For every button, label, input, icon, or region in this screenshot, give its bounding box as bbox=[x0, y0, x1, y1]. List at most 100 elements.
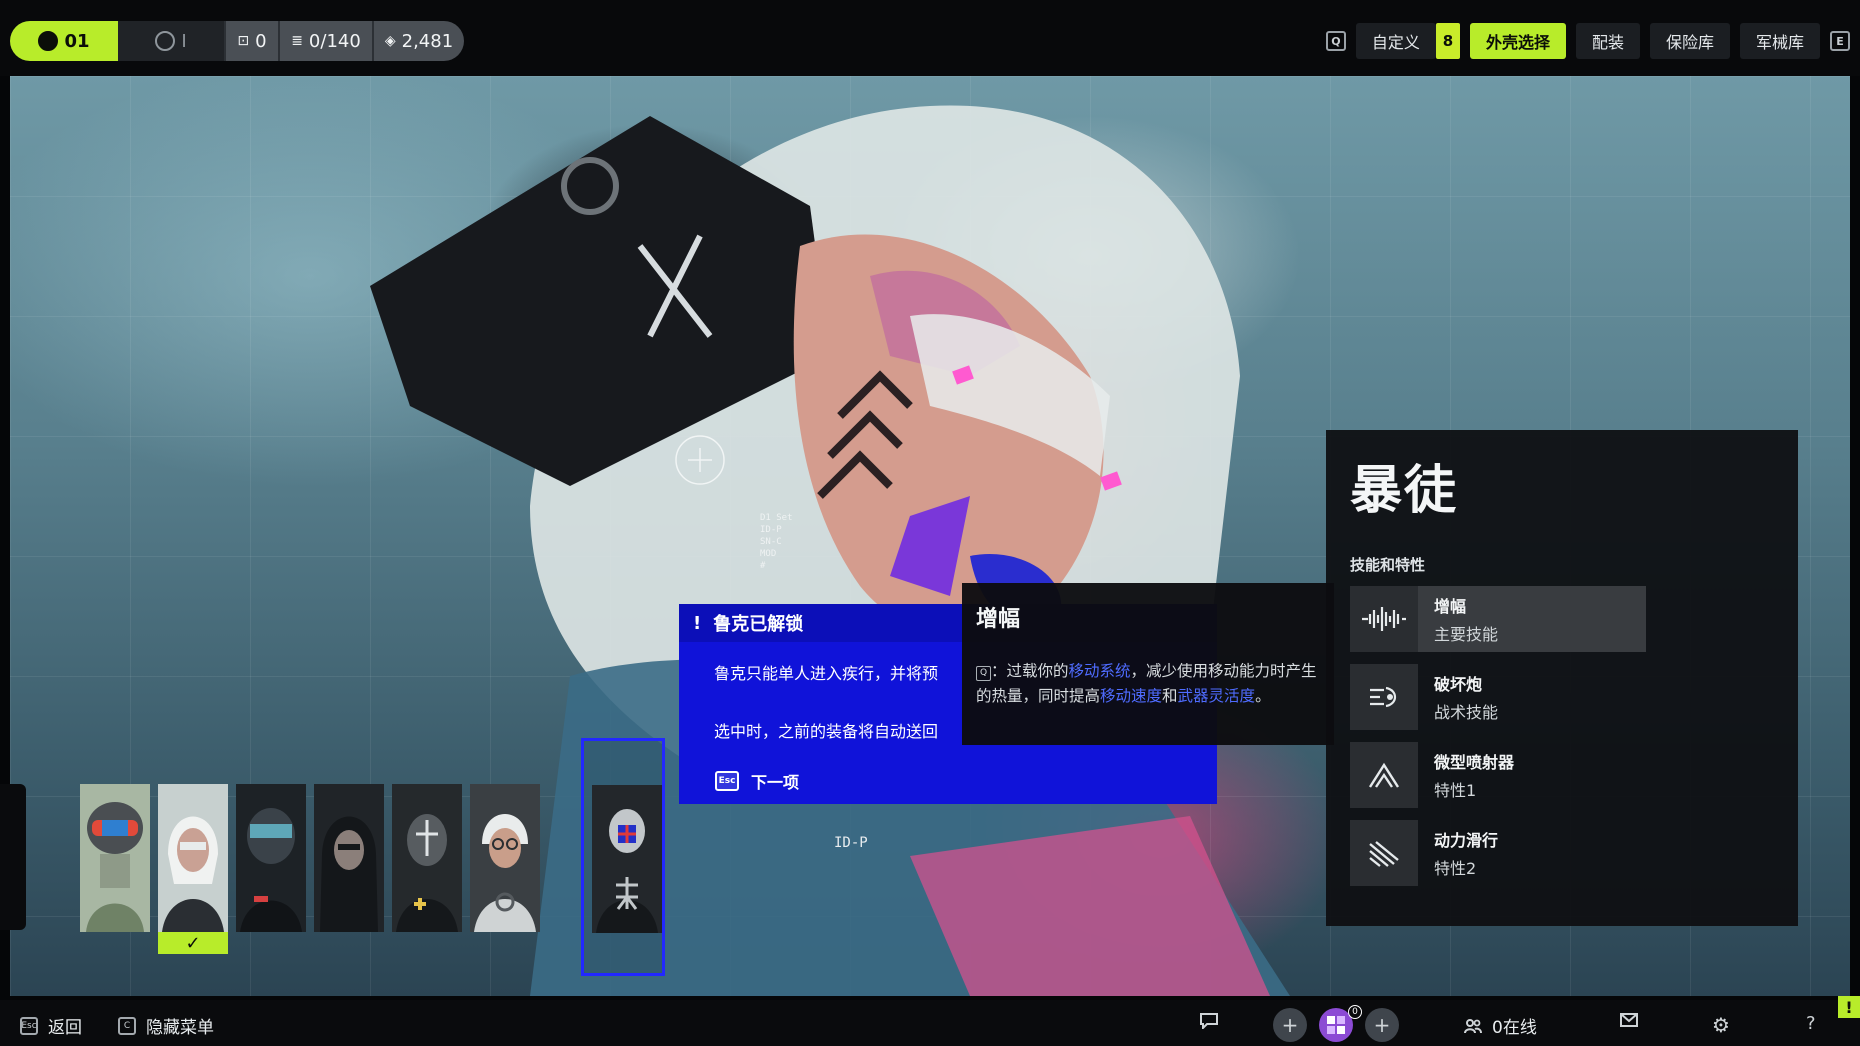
cross-mask-portrait-icon bbox=[392, 784, 462, 932]
tab-loadout[interactable]: 配装 bbox=[1575, 23, 1640, 59]
roster-left-handle bbox=[0, 784, 26, 930]
second-slot[interactable]: I bbox=[118, 21, 226, 61]
ability-type: 战术技能 bbox=[1434, 703, 1499, 722]
party-avatar-icon bbox=[1327, 1016, 1345, 1034]
hooded-portrait-icon bbox=[314, 784, 384, 932]
slide-lines-icon bbox=[1350, 820, 1418, 886]
blast-cannon-icon bbox=[1350, 664, 1418, 730]
hero-id-label: ID-P bbox=[834, 835, 868, 851]
tab-loadout-label: 配装 bbox=[1591, 33, 1624, 52]
counter-b: ≣ 0/140 bbox=[280, 21, 374, 61]
tab-vault-label: 保险库 bbox=[1665, 33, 1714, 52]
tooltip-text: ：过载你的 bbox=[991, 662, 1069, 680]
add-party-right-button[interactable]: + bbox=[1365, 1008, 1399, 1042]
new-unlock-card[interactable] bbox=[581, 738, 665, 976]
ability-tooltip: 增幅 Q ：过载你的移动系统，减少使用移动能力时产生的热量，同时提高移动速度和武器… bbox=[962, 583, 1334, 745]
tab-armory[interactable]: 军械库 bbox=[1739, 23, 1820, 59]
mail-icon bbox=[1620, 1013, 1638, 1027]
abilities-section-label: 技能和特性 bbox=[1350, 556, 1426, 574]
ability-type: 特性1 bbox=[1434, 781, 1477, 800]
hide-menu-button[interactable]: C 隐藏菜单 bbox=[118, 1013, 214, 1038]
tab-shell-select-label: 外壳选择 bbox=[1485, 33, 1550, 52]
tab-armory-label: 军械库 bbox=[1755, 33, 1804, 52]
help-icon: ? bbox=[1806, 1013, 1816, 1034]
goggles-portrait-icon bbox=[470, 784, 540, 932]
character-card-new bbox=[592, 785, 662, 933]
nav-prev-key[interactable]: Q bbox=[1325, 31, 1346, 51]
ability-amplify[interactable]: 增幅 主要技能 bbox=[1350, 586, 1646, 652]
tooltip-key: Q bbox=[976, 666, 991, 681]
hide-menu-label: 隐藏菜单 bbox=[146, 1018, 214, 1038]
helmet-red-portrait-icon bbox=[80, 784, 150, 932]
tab-vault[interactable]: 保险库 bbox=[1649, 23, 1730, 59]
back-label: 返回 bbox=[48, 1018, 82, 1038]
player-slot-label: 01 bbox=[64, 30, 90, 52]
ability-type: 主要技能 bbox=[1434, 625, 1499, 644]
ability-name: 动力滑行 bbox=[1434, 831, 1499, 850]
selected-check-icon: ✓ bbox=[185, 932, 201, 954]
list-icon: ≣ bbox=[291, 33, 303, 49]
second-slot-label: I bbox=[181, 30, 187, 52]
character-card[interactable] bbox=[314, 784, 384, 932]
counter-a: ⊡ 0 bbox=[226, 21, 280, 61]
player-avatar-icon bbox=[38, 31, 59, 51]
white-hair-portrait-icon bbox=[158, 784, 228, 932]
friends-online[interactable]: 0在线 bbox=[1464, 1013, 1537, 1038]
main-nav: Q 自定义 8 外壳选择 配装 保险库 军械库 E bbox=[1325, 21, 1850, 61]
character-card[interactable] bbox=[236, 784, 306, 932]
unlock-title: 鲁克已解锁 bbox=[713, 614, 804, 635]
ability-micro-jets[interactable]: 微型喷射器 特性1 bbox=[1350, 742, 1646, 808]
empty-avatar-icon bbox=[155, 31, 176, 51]
chat-button[interactable] bbox=[1200, 1013, 1218, 1029]
esc-key-icon: Esc bbox=[715, 771, 739, 791]
mail-button[interactable] bbox=[1620, 1013, 1638, 1027]
character-card[interactable] bbox=[392, 784, 462, 932]
plus-icon: + bbox=[1373, 1013, 1391, 1037]
tab-customize-label: 自定义 bbox=[1371, 33, 1420, 52]
tooltip-text: 。 bbox=[1255, 687, 1271, 705]
ability-breach-cannon[interactable]: 破坏炮 战术技能 bbox=[1350, 664, 1646, 730]
ability-name: 微型喷射器 bbox=[1434, 753, 1515, 772]
ability-name: 增幅 bbox=[1434, 597, 1467, 616]
box-icon: ⊡ bbox=[237, 33, 250, 49]
c-key-icon: C bbox=[118, 1016, 136, 1035]
alert-icon: ! bbox=[693, 612, 702, 634]
alert-badge[interactable]: ! bbox=[1838, 996, 1860, 1018]
add-party-left-button[interactable]: + bbox=[1273, 1008, 1307, 1042]
player-slot[interactable]: 01 bbox=[10, 21, 118, 61]
party-count-badge: 0 bbox=[1348, 1005, 1362, 1019]
hud-line: # bbox=[760, 561, 766, 571]
hud-line: MOD bbox=[760, 549, 777, 559]
counter-a-value: 0 bbox=[255, 30, 267, 52]
visor-dark-portrait-icon bbox=[236, 784, 306, 932]
settings-button[interactable]: ⚙ bbox=[1712, 1013, 1730, 1037]
help-button[interactable]: ? bbox=[1806, 1013, 1816, 1034]
ability-name: 破坏炮 bbox=[1434, 675, 1483, 694]
tab-customize[interactable]: 自定义 bbox=[1355, 23, 1436, 59]
nav-next-key[interactable]: E bbox=[1830, 31, 1850, 51]
chat-icon bbox=[1200, 1013, 1218, 1029]
character-card-selected[interactable]: ✓ bbox=[158, 784, 228, 954]
shell-name: 暴徒 bbox=[1350, 461, 1459, 521]
unlock-line-2: 选中时，之前的装备将自动送回 bbox=[714, 722, 939, 741]
character-card[interactable] bbox=[470, 784, 540, 932]
character-card[interactable] bbox=[80, 784, 150, 932]
currency: ◈ 2,481 bbox=[374, 21, 464, 61]
top-bar: 01 I ⊡ 0 ≣ 0/140 ◈ 2,481 Q 自定义 8 外壳选择 配装… bbox=[0, 0, 1860, 76]
ability-type: 特性2 bbox=[1434, 859, 1477, 878]
tooltip-title: 增幅 bbox=[976, 607, 1021, 632]
tooltip-text: 和 bbox=[1162, 687, 1178, 705]
tab-shell-select[interactable]: 外壳选择 bbox=[1469, 23, 1566, 59]
hud-line: D1 Set bbox=[760, 513, 793, 523]
character-roster: ✓ bbox=[80, 784, 540, 954]
esc-key-icon: Esc bbox=[20, 1016, 38, 1035]
online-count-label: 0在线 bbox=[1492, 1018, 1537, 1038]
ability-power-slide[interactable]: 动力滑行 特性2 bbox=[1350, 820, 1646, 886]
credits-icon: ◈ bbox=[384, 33, 396, 49]
soundwave-icon bbox=[1350, 586, 1418, 652]
next-button[interactable]: Esc 下一项 bbox=[715, 769, 799, 793]
back-button[interactable]: Esc 返回 bbox=[20, 1013, 82, 1038]
status-strip: 01 I ⊡ 0 ≣ 0/140 ◈ 2,481 bbox=[10, 21, 464, 61]
jet-chevron-icon bbox=[1350, 742, 1418, 808]
tooltip-keyword: 移动系统 bbox=[1068, 662, 1131, 680]
